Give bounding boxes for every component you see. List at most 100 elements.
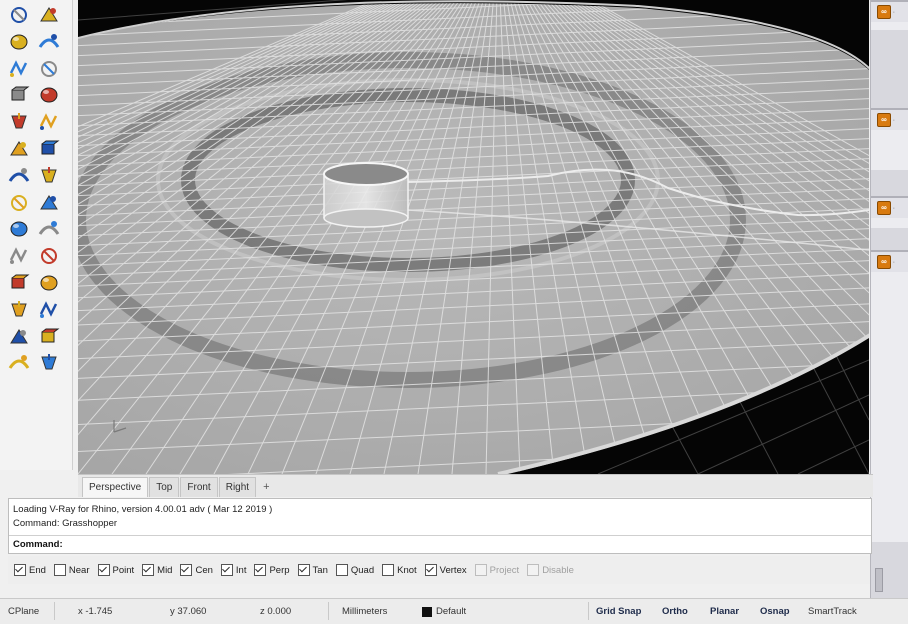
polygon-tool-button[interactable]: [36, 4, 62, 26]
add-viewport-tab-button[interactable]: +: [257, 478, 275, 497]
tab-top[interactable]: Top: [149, 477, 180, 497]
solid-box-tool-icon: [9, 59, 28, 77]
material-tool-icon: [41, 354, 57, 370]
osnap-toggle[interactable]: Osnap: [760, 606, 790, 617]
osnap-disable[interactable]: Disable: [527, 564, 574, 576]
osnap-checkbox[interactable]: [220, 564, 233, 576]
osnap-label: Int: [235, 564, 247, 576]
scale-tool-button[interactable]: [36, 218, 62, 240]
osnap-checkbox[interactable]: [335, 564, 348, 576]
cplane-label[interactable]: CPlane: [8, 606, 39, 617]
osnap-near[interactable]: Near: [53, 564, 90, 576]
command-history-line: Loading V-Ray for Rhino, version 4.00.01…: [13, 504, 273, 515]
component-label: ∙: [893, 258, 895, 266]
component-block-3[interactable]: ∞ ∙: [871, 196, 908, 228]
check-tool-button[interactable]: [36, 326, 62, 348]
dimension-line-tool-button[interactable]: [36, 272, 62, 294]
osnap-checkbox[interactable]: [474, 564, 487, 576]
solid-sphere-tool-button[interactable]: [36, 58, 62, 80]
osnap-label: Mid: [157, 564, 173, 576]
osnap-checkbox[interactable]: [97, 564, 110, 576]
osnap-vertex[interactable]: Vertex: [424, 564, 467, 576]
transform-tool-button[interactable]: [6, 31, 32, 53]
osnap-tan[interactable]: Tan: [297, 564, 328, 576]
group-tool-button[interactable]: [6, 245, 32, 267]
command-prompt-input[interactable]: Command:: [9, 535, 871, 553]
osnap-checkbox[interactable]: [180, 564, 193, 576]
layer-color-swatch: [422, 607, 432, 617]
tab-right[interactable]: Right: [218, 477, 257, 497]
osnap-label: Quad: [350, 564, 375, 576]
osnap-int[interactable]: Int: [220, 564, 247, 576]
component-label: ∙: [893, 116, 895, 124]
perspective-viewport[interactable]: [78, 0, 869, 474]
component-block-1[interactable]: ∞ ∙: [871, 0, 908, 30]
current-layer[interactable]: Default: [436, 606, 466, 617]
osnap-label: Tan: [312, 564, 328, 576]
fillet-tool-button[interactable]: [36, 192, 62, 214]
material-tool-button[interactable]: [36, 352, 62, 374]
osnap-quad[interactable]: Quad: [335, 564, 375, 576]
osnap-checkbox[interactable]: [53, 564, 66, 576]
osnap-checkbox[interactable]: [424, 564, 437, 576]
osnap-project[interactable]: Project: [474, 564, 519, 576]
circle-tool-button[interactable]: [6, 4, 32, 26]
tab-perspective[interactable]: Perspective: [82, 477, 149, 497]
analyze-tool-button[interactable]: [6, 138, 32, 160]
circle-tool-icon: [11, 7, 27, 23]
render-tool-button[interactable]: [6, 272, 32, 294]
grid-snap-toggle[interactable]: Grid Snap: [596, 606, 641, 617]
z-coordinate: z 0.000: [260, 606, 292, 617]
osnap-point[interactable]: Point: [97, 564, 134, 576]
osnap-mid[interactable]: Mid: [142, 564, 172, 576]
paint-tool-button[interactable]: [6, 352, 32, 374]
viewport-canvas[interactable]: [78, 0, 869, 474]
block-tool-button[interactable]: [36, 245, 62, 267]
tab-front[interactable]: Front: [180, 477, 218, 497]
cylinder-object[interactable]: [323, 162, 409, 228]
component-block-4[interactable]: ∞ ∙: [871, 250, 908, 542]
rhino-window: ∞ ∙ ∞ ∙ ∞ ∙ ∞ ∙ Perspective Top Front Right …: [0, 0, 908, 624]
osnap-checkbox[interactable]: [297, 564, 310, 576]
surface-edit-tool-button[interactable]: [36, 84, 62, 106]
ortho-toggle[interactable]: Ortho: [662, 606, 688, 617]
osnap-cen[interactable]: Cen: [180, 564, 213, 576]
osnap-checkbox[interactable]: [527, 564, 540, 576]
light-tool-icon: [11, 113, 27, 129]
left-toolbar: [0, 0, 73, 470]
component-block-2[interactable]: ∞ ∙: [871, 108, 908, 170]
panel-scroll-handle[interactable]: [875, 568, 883, 592]
scale-tool-icon: [38, 221, 60, 236]
osnap-checkbox[interactable]: [142, 564, 155, 576]
control-point-tool-button[interactable]: [36, 165, 62, 187]
osnap-label: Near: [68, 564, 90, 576]
dimension-tool-button[interactable]: [36, 31, 62, 53]
point-edit-tool-button[interactable]: [6, 165, 32, 187]
join-tool-button[interactable]: [36, 138, 62, 160]
curve-tool-button[interactable]: [6, 192, 32, 214]
toolbar-row: [6, 245, 66, 269]
light-tool-button[interactable]: [6, 111, 32, 133]
array-tool-button[interactable]: [6, 299, 32, 321]
osnap-checkbox[interactable]: [382, 564, 395, 576]
render-tool-icon: [11, 274, 30, 289]
properties-tool-button[interactable]: [6, 326, 32, 348]
explode-tool-button[interactable]: [36, 111, 62, 133]
properties-tool-icon: [10, 328, 28, 344]
move-tool-button[interactable]: [6, 218, 32, 240]
osnap-label: Vertex: [439, 564, 467, 576]
surface-tool-button[interactable]: [6, 84, 32, 106]
smarttrack-toggle[interactable]: SmartTrack: [808, 606, 870, 617]
planar-toggle[interactable]: Planar: [710, 606, 739, 617]
osnap-end[interactable]: End: [14, 564, 46, 576]
viewport-tabs: Perspective Top Front Right +: [78, 474, 873, 497]
osnap-perp[interactable]: Perp: [254, 564, 290, 576]
solid-box-tool-button[interactable]: [6, 58, 32, 80]
osnap-checkbox[interactable]: [14, 564, 26, 576]
osnap-checkbox[interactable]: [254, 564, 267, 576]
osnap-knot[interactable]: Knot: [382, 564, 417, 576]
layer-tool-button[interactable]: [36, 299, 62, 321]
units-label[interactable]: Millimeters: [342, 606, 387, 617]
control-point-tool-icon: [41, 166, 57, 183]
component-label: ∙: [893, 204, 895, 212]
